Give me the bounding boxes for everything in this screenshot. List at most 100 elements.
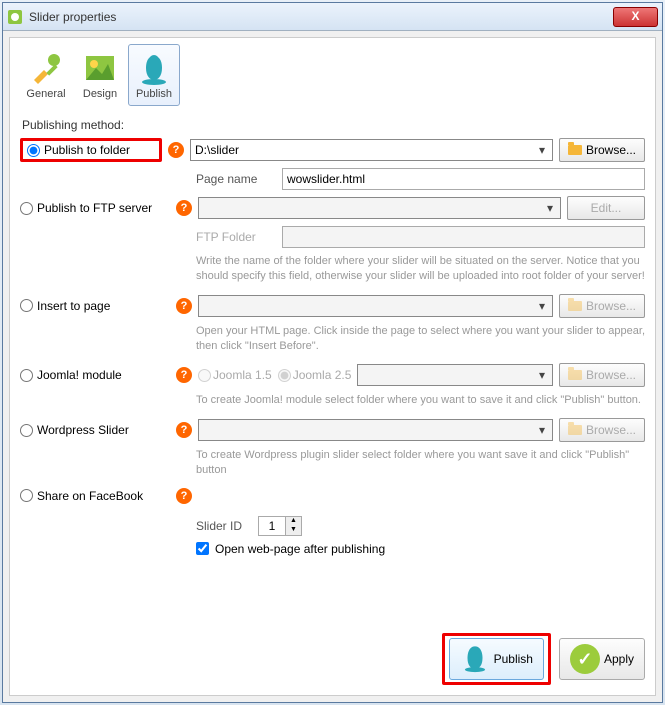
bottom-bar: Publish ✓ Apply [20, 623, 645, 685]
row-joomla: Joomla! module ? Joomla 1.5 Joomla 2.5 ▾… [20, 363, 645, 387]
wordpress-combo[interactable]: ▾ [198, 419, 553, 441]
radio-joomla15 [198, 369, 211, 382]
folder-icon [568, 301, 582, 311]
help-icon[interactable]: ? [176, 367, 192, 383]
section-label: Publishing method: [22, 118, 645, 132]
radio-label[interactable]: Joomla! module [37, 368, 122, 382]
radio-label[interactable]: Publish to folder [44, 143, 130, 157]
page-name-input[interactable] [282, 168, 645, 190]
slider-id-label: Slider ID [196, 519, 252, 533]
radio-ftp[interactable] [20, 202, 33, 215]
field-folder-path: D:\slider ▾ Browse... [190, 138, 645, 162]
row-facebook: Share on FaceBook ? [20, 488, 645, 504]
edit-ftp-button[interactable]: Edit... [567, 196, 645, 220]
highlight-folder: Publish to folder [20, 138, 162, 162]
ftp-folder-input [282, 226, 645, 248]
tab-label: General [26, 88, 65, 100]
publish-icon [136, 50, 172, 86]
joomla-combo[interactable]: ▾ [357, 364, 553, 386]
tab-label: Publish [136, 88, 172, 100]
help-icon[interactable]: ? [176, 488, 192, 504]
window-title: Slider properties [29, 10, 613, 24]
page-name-label: Page name [196, 172, 276, 186]
folder-icon [568, 425, 582, 435]
insert-combo[interactable]: ▾ [198, 295, 553, 317]
subrow-page-name: Page name [196, 168, 645, 190]
chevron-down-icon: ▾ [534, 143, 550, 157]
checkbox-open-after[interactable] [196, 542, 209, 555]
button-label: Edit... [591, 201, 622, 215]
image-icon [82, 50, 118, 86]
row-slider-id: Slider ID ▲▼ [196, 516, 645, 536]
help-icon[interactable]: ? [176, 422, 192, 438]
ftp-description: Write the name of the folder where your … [196, 254, 645, 284]
radio-label[interactable]: Wordpress Slider [37, 423, 129, 437]
slider-id-input[interactable] [259, 517, 285, 535]
row-insert: Insert to page ? ▾ Browse... [20, 294, 645, 318]
ftp-combo[interactable]: ▾ [198, 197, 561, 219]
radio-insert[interactable] [20, 299, 33, 312]
highlight-publish: Publish [442, 633, 551, 685]
radio-publish-folder[interactable] [27, 144, 40, 157]
close-button[interactable]: X [613, 7, 658, 27]
tab-general[interactable]: General [20, 44, 72, 106]
tab-label: Design [83, 88, 117, 100]
browse-joomla-button[interactable]: Browse... [559, 363, 645, 387]
folder-path-combo[interactable]: D:\slider ▾ [190, 139, 553, 161]
titlebar: Slider properties X [3, 3, 662, 31]
button-label: Publish [494, 652, 533, 666]
help-icon[interactable]: ? [176, 298, 192, 314]
tools-icon [28, 50, 64, 86]
button-label: Browse... [586, 423, 636, 437]
browse-wordpress-button[interactable]: Browse... [559, 418, 645, 442]
radio-label[interactable]: Insert to page [37, 299, 110, 313]
chevron-down-icon: ▾ [542, 201, 558, 215]
button-label: Browse... [586, 143, 636, 157]
radio-label[interactable]: Share on FaceBook [37, 489, 143, 503]
row-open-after: Open web-page after publishing [196, 542, 645, 556]
row-wordpress: Wordpress Slider ? ▾ Browse... [20, 418, 645, 442]
folder-icon [568, 145, 582, 155]
tab-design[interactable]: Design [74, 44, 126, 106]
chevron-down-icon: ▾ [534, 368, 550, 382]
radio-joomla25 [278, 369, 291, 382]
spinner-buttons[interactable]: ▲▼ [285, 517, 301, 535]
button-label: Apply [604, 652, 634, 666]
combo-value: D:\slider [195, 143, 239, 157]
help-icon[interactable]: ? [168, 142, 184, 158]
content-area: General Design Publish Publishing method… [9, 37, 656, 696]
radio-joomla[interactable] [20, 369, 33, 382]
window: Slider properties X General Design Pu [2, 2, 663, 703]
check-icon: ✓ [570, 644, 600, 674]
publish-icon [460, 643, 490, 676]
radio-facebook[interactable] [20, 489, 33, 502]
subrow-ftp-folder: FTP Folder [196, 226, 645, 248]
button-label: Browse... [586, 299, 636, 313]
chevron-down-icon: ▾ [534, 423, 550, 437]
app-icon [7, 9, 23, 25]
folder-icon [568, 370, 582, 380]
radio-label[interactable]: Publish to FTP server [37, 201, 152, 215]
button-label: Browse... [586, 368, 636, 382]
publish-button[interactable]: Publish [449, 638, 544, 680]
help-icon[interactable]: ? [176, 200, 192, 216]
tab-bar: General Design Publish [20, 44, 645, 106]
apply-button[interactable]: ✓ Apply [559, 638, 645, 680]
chevron-down-icon: ▾ [534, 299, 550, 313]
joomla-description: To create Joomla! module select folder w… [196, 393, 645, 408]
tab-publish[interactable]: Publish [128, 44, 180, 106]
insert-description: Open your HTML page. Click inside the pa… [196, 324, 645, 354]
browse-folder-button[interactable]: Browse... [559, 138, 645, 162]
radio-wordpress[interactable] [20, 424, 33, 437]
row-ftp: Publish to FTP server ? ▾ Edit... [20, 196, 645, 220]
spinner-up[interactable]: ▲ [286, 517, 301, 526]
radio-label: Joomla 1.5 [213, 368, 272, 382]
wordpress-description: To create Wordpress plugin slider select… [196, 448, 645, 478]
spinner-down[interactable]: ▼ [286, 526, 301, 535]
ftp-folder-label: FTP Folder [196, 230, 276, 244]
row-publish-folder: Publish to folder ? D:\slider ▾ Browse..… [20, 138, 645, 162]
slider-id-stepper[interactable]: ▲▼ [258, 516, 302, 536]
radio-label: Joomla 2.5 [293, 368, 352, 382]
checkbox-label[interactable]: Open web-page after publishing [215, 542, 385, 556]
browse-insert-button[interactable]: Browse... [559, 294, 645, 318]
